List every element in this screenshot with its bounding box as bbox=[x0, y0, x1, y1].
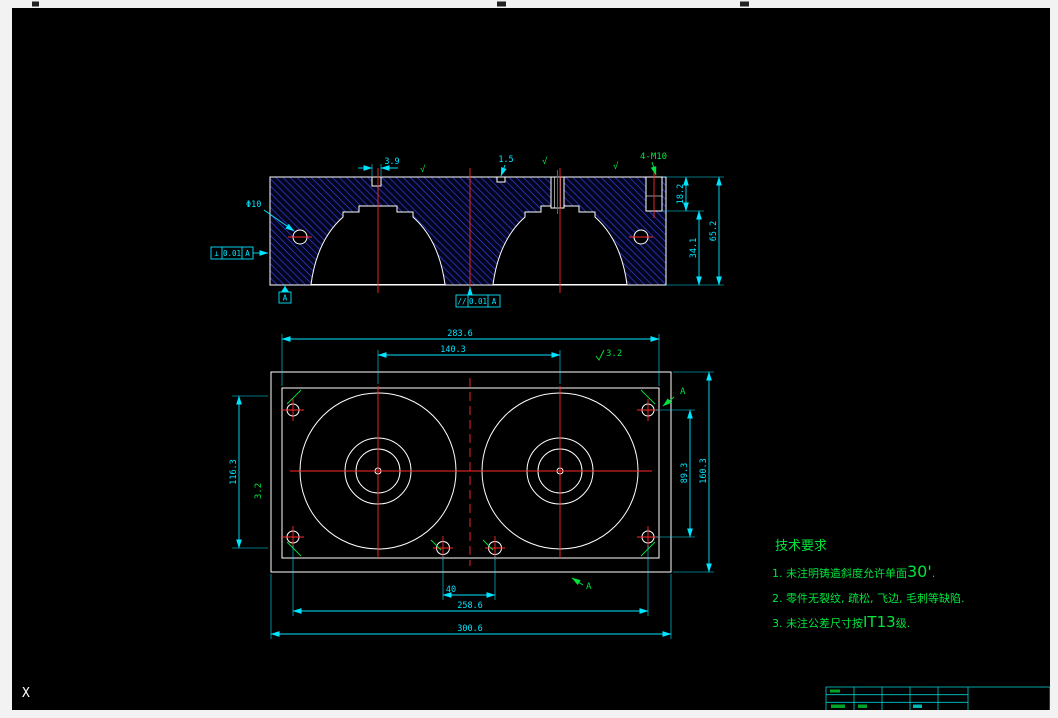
roughness-icon: √ bbox=[542, 156, 548, 167]
svg-text:4-M10: 4-M10 bbox=[640, 152, 667, 162]
titleblock-text-mark bbox=[831, 704, 845, 708]
corner-chamfer-marks bbox=[286, 389, 656, 557]
frame-tick bbox=[32, 1, 39, 7]
bottom-holes bbox=[433, 536, 505, 560]
section-mark-bottom: A bbox=[571, 577, 592, 592]
svg-text:3.2: 3.2 bbox=[254, 483, 264, 499]
fcf-perpendicularity: ⊥ 0.01 A bbox=[210, 246, 269, 260]
roughness-icon: √ bbox=[420, 164, 426, 175]
titleblock-text-mark bbox=[830, 689, 840, 693]
svg-text:⊥: ⊥ bbox=[214, 249, 219, 258]
tech-req-title: 技术要求 bbox=[775, 539, 827, 554]
svg-text:160.3: 160.3 bbox=[699, 458, 709, 484]
svg-text:300.6: 300.6 bbox=[457, 624, 483, 634]
svg-text:1.5: 1.5 bbox=[498, 155, 513, 165]
datum-flag: A bbox=[278, 285, 292, 304]
plan-centerlines bbox=[290, 378, 652, 566]
svg-text:116.3: 116.3 bbox=[229, 459, 239, 485]
svg-text:65.2: 65.2 bbox=[709, 221, 719, 241]
svg-text:0.01: 0.01 bbox=[469, 297, 487, 306]
window-frame bbox=[0, 0, 1058, 718]
plate-outer-outline bbox=[270, 371, 672, 573]
cursor-label: X bbox=[22, 686, 30, 701]
svg-text:Φ10: Φ10 bbox=[246, 200, 261, 210]
dim-small-hole-spacing: 40 bbox=[442, 556, 496, 600]
svg-text:283.6: 283.6 bbox=[447, 329, 473, 339]
plan-view: 283.6 140.3 116.3 160.3 89.3 40 258.6 30… bbox=[229, 329, 714, 639]
svg-text:140.3: 140.3 bbox=[440, 345, 466, 355]
roughness-left: 3.2 bbox=[254, 483, 264, 499]
svg-text:A: A bbox=[492, 297, 497, 306]
drawing-canvas[interactable]: 3.9 1.5 4-M10 18.2 34.1 65.2 Φ10 ⊥ 0.01 … bbox=[0, 0, 1058, 718]
svg-text:40: 40 bbox=[446, 585, 456, 595]
svg-text:0.01: 0.01 bbox=[223, 249, 241, 258]
dim-total-height: 65.2 bbox=[666, 176, 724, 286]
technical-requirements: 技术要求 1. 未注明铸造斜度允许单面30'. 2. 零件无裂纹, 疏松, 飞边… bbox=[772, 539, 964, 631]
svg-text:18.2: 18.2 bbox=[676, 184, 686, 204]
section-view: 3.9 1.5 4-M10 18.2 34.1 65.2 Φ10 ⊥ 0.01 … bbox=[210, 152, 724, 308]
svg-text:3.2: 3.2 bbox=[606, 349, 622, 359]
dim-bolt-span: 258.6 bbox=[292, 545, 649, 616]
tech-req-item-1: 1. 未注明铸造斜度允许单面30'. bbox=[772, 562, 935, 581]
svg-text:A: A bbox=[283, 294, 288, 303]
top-step bbox=[496, 176, 506, 183]
svg-text:34.1: 34.1 bbox=[689, 238, 699, 258]
label-tapped-holes: 4-M10 bbox=[640, 152, 667, 176]
dim-inner-height: 116.3 bbox=[229, 395, 268, 549]
svg-text:A: A bbox=[245, 249, 250, 258]
dim-step: 1.5 bbox=[498, 155, 514, 177]
dim-notch-width: 3.9 bbox=[358, 157, 400, 176]
roughness-icon: √ bbox=[613, 161, 619, 172]
svg-text://: // bbox=[457, 297, 466, 306]
roughness-top: 3.2 bbox=[595, 349, 622, 361]
svg-text:3.9: 3.9 bbox=[384, 157, 399, 167]
dim-counterbore-depth: 18.2 bbox=[663, 176, 724, 212]
dim-cavity-depth: 34.1 bbox=[689, 210, 702, 286]
frame-tick bbox=[740, 1, 749, 7]
titleblock-text-mark bbox=[913, 704, 922, 708]
dim-inner-width: 283.6 bbox=[281, 329, 660, 386]
dim-hole-row-spacing: 89.3 bbox=[656, 409, 695, 538]
svg-text:89.3: 89.3 bbox=[680, 463, 690, 483]
svg-text:258.6: 258.6 bbox=[457, 601, 483, 611]
tech-req-item-3: 3. 未注公差尺寸按IT13级. bbox=[772, 613, 910, 631]
corner-holes bbox=[282, 399, 659, 548]
dim-bore-spacing: 140.3 bbox=[377, 345, 561, 384]
svg-text:A: A bbox=[586, 582, 592, 592]
svg-text:A: A bbox=[680, 387, 686, 397]
frame-tick bbox=[497, 1, 506, 7]
top-notch bbox=[371, 176, 382, 187]
tech-req-item-2: 2. 零件无裂纹, 疏松, 飞边, 毛刺等缺陷. bbox=[772, 591, 964, 605]
fcf-parallelism: // 0.01 A bbox=[455, 286, 501, 308]
titleblock-text-mark bbox=[858, 704, 867, 708]
plate-inner-outline bbox=[281, 387, 660, 559]
cad-window: 3.9 1.5 4-M10 18.2 34.1 65.2 Φ10 ⊥ 0.01 … bbox=[0, 0, 1058, 718]
section-mark-top: A bbox=[662, 387, 686, 407]
